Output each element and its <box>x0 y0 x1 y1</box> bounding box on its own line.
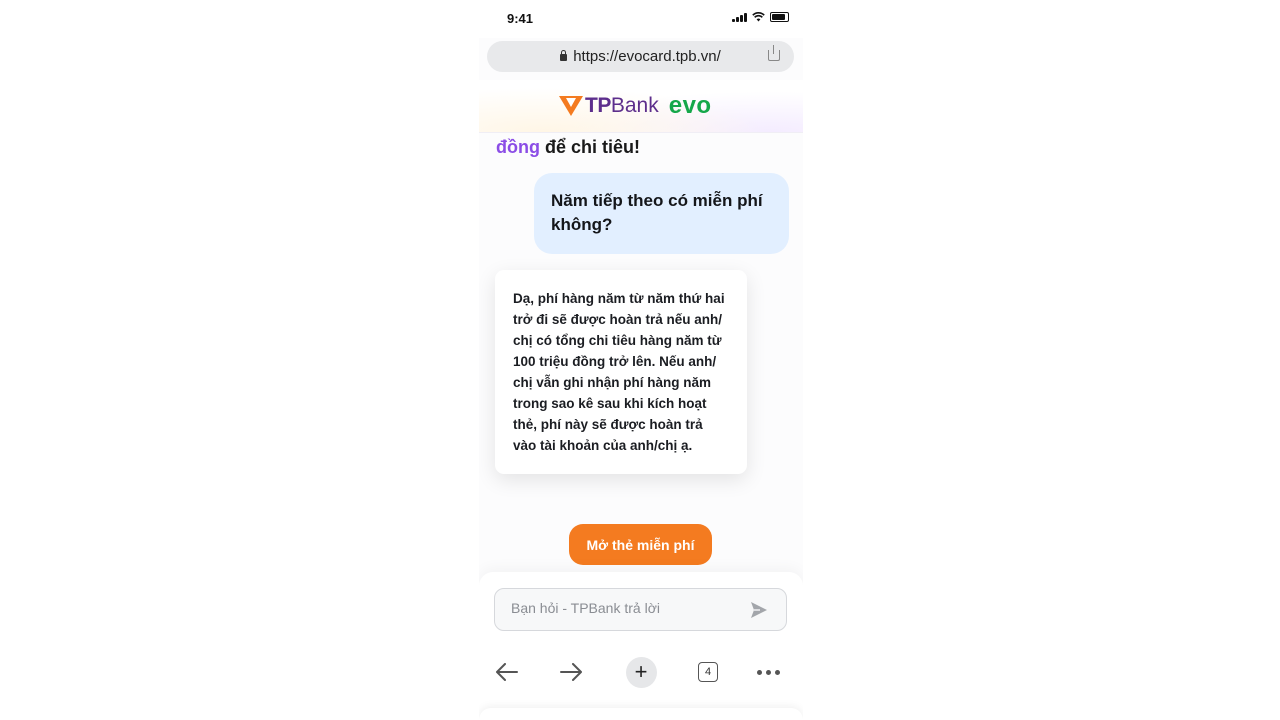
battery-icon <box>770 12 789 22</box>
arrow-right-icon <box>560 663 582 681</box>
open-card-button[interactable]: Mở thẻ miễn phí <box>569 524 712 565</box>
status-bar: 9:41 <box>479 0 803 38</box>
tab-count: 4 <box>698 662 718 682</box>
chat-input-box[interactable] <box>494 588 787 631</box>
status-icons <box>732 12 789 22</box>
logo-evo-text: evo <box>668 92 712 119</box>
tpbank-evo-logo: TP Bank evo <box>559 92 712 120</box>
tabs-button[interactable]: 4 <box>696 656 720 688</box>
brand-header: TP Bank evo <box>479 80 803 133</box>
forward-button[interactable] <box>557 656 585 688</box>
back-button[interactable] <box>493 656 521 688</box>
more-button[interactable] <box>755 656 781 688</box>
more-icon <box>756 669 780 675</box>
lock-icon <box>560 50 568 61</box>
user-message-bubble: Năm tiếp theo có miễn phí không? <box>534 173 789 254</box>
send-icon[interactable] <box>750 601 768 619</box>
status-time: 9:41 <box>507 11 534 26</box>
share-icon[interactable] <box>768 45 780 61</box>
logo-bank-text: Bank <box>610 94 659 117</box>
address-bar[interactable]: https://evocard.tpb.vn/ <box>487 41 794 72</box>
chat-input[interactable] <box>509 599 743 617</box>
logo-tp-text: TP <box>585 94 611 117</box>
url-text: https://evocard.tpb.vn/ <box>573 48 721 65</box>
phone-frame: 9:41 https://evocard.tpb.vn/ TP Bank evo… <box>479 0 803 720</box>
arrow-left-icon <box>496 663 518 681</box>
signal-icon <box>732 12 747 22</box>
previous-message-tail: đồng để chi tiêu! <box>496 137 640 158</box>
bottom-sheet-edge <box>479 708 803 720</box>
previous-rest: để chi tiêu! <box>539 137 640 157</box>
browser-toolbar: + 4 <box>479 656 803 692</box>
tpbank-logo-icon <box>559 96 583 116</box>
bottom-panel: + 4 <box>479 572 803 720</box>
previous-highlight: đồng <box>496 137 540 157</box>
plus-icon: + <box>625 656 657 688</box>
chat-area[interactable]: đồng để chi tiêu! Năm tiếp theo có miễn … <box>479 132 803 572</box>
bot-message-bubble: Dạ, phí hàng năm từ năm thứ hai trở đi s… <box>495 270 747 474</box>
new-tab-button[interactable]: + <box>625 656 657 688</box>
wifi-icon <box>752 12 765 22</box>
